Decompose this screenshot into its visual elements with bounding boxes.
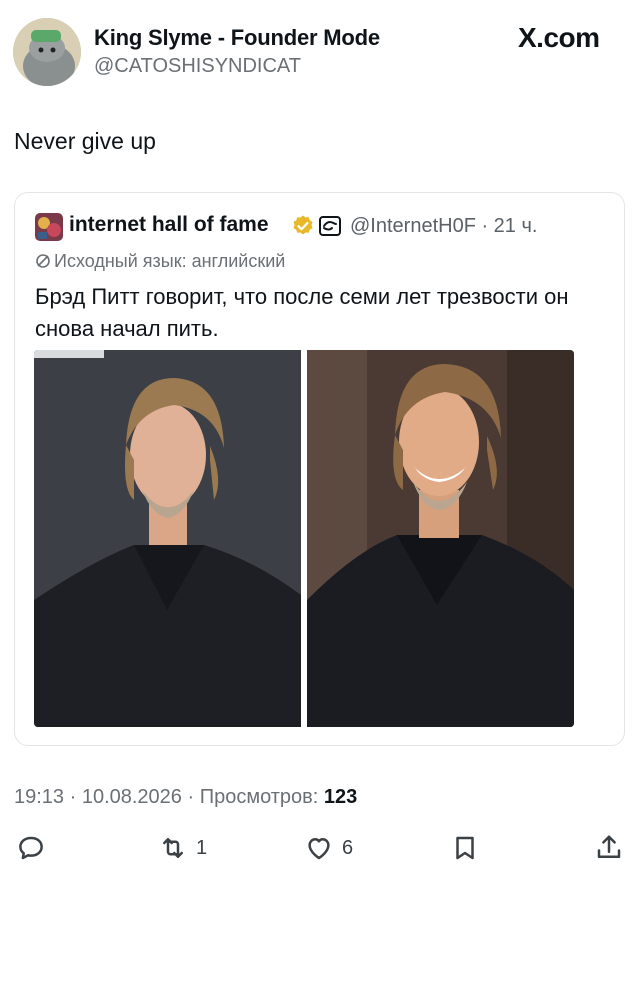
language-note-text: Исходный язык: английский <box>54 251 286 271</box>
quote-photo-2[interactable] <box>307 350 574 727</box>
quote-photo-1[interactable] <box>34 350 301 727</box>
reply-icon <box>19 836 43 860</box>
translate-icon <box>36 254 50 268</box>
heart-icon <box>308 838 330 860</box>
bookmark-icon <box>456 836 474 860</box>
tweet-text: Never give up <box>14 128 156 154</box>
reply-button[interactable] <box>16 830 46 866</box>
bookmark-button[interactable] <box>450 830 480 866</box>
quote-avatar[interactable] <box>35 213 63 241</box>
repost-button[interactable]: 1 <box>158 830 207 866</box>
views-count: 123 <box>323 786 358 808</box>
quoted-tweet[interactable]: internet hall of fame @InternetH0F · 21 … <box>14 192 625 746</box>
quote-text: Брэд Питт говорит, что после семи лет тр… <box>35 284 569 341</box>
tweet-timestamp[interactable]: 19:13 · 10.08.2026 · <box>14 786 200 808</box>
author-avatar[interactable] <box>13 18 81 86</box>
author-name[interactable]: King Slyme - Founder Mode <box>94 25 380 51</box>
views-label: Просмотров: <box>199 786 324 808</box>
affiliate-badge-icon <box>319 216 341 236</box>
quote-handle-time[interactable]: @InternetH0F · 21 ч. <box>350 215 537 238</box>
like-count: 6 <box>342 836 354 859</box>
language-note[interactable]: Исходный язык: английский <box>35 251 285 272</box>
tweet-meta: 19:13 · 10.08.2026 · Просмотров: 123 <box>14 786 357 809</box>
brand-label: X.com <box>518 22 600 53</box>
quote-author-name[interactable]: internet hall of fame <box>69 213 269 237</box>
like-button[interactable]: 6 <box>304 830 353 866</box>
share-button[interactable] <box>594 830 624 866</box>
share-icon <box>597 835 621 858</box>
author-handle[interactable]: @CATOSHISYNDICAT <box>94 55 301 78</box>
verified-badge-icon <box>293 215 313 235</box>
repost-count: 1 <box>196 836 208 859</box>
repost-icon <box>163 838 183 858</box>
